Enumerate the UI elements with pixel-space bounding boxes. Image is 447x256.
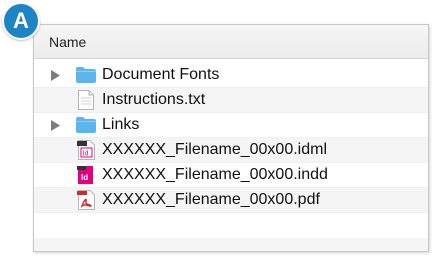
svg-text:Id: Id bbox=[83, 151, 89, 158]
file-row-document-fonts[interactable]: Document Fonts bbox=[34, 63, 428, 88]
file-row-instructions[interactable]: Instructions.txt bbox=[34, 88, 428, 113]
folder-icon bbox=[76, 65, 96, 85]
pdf-file-icon bbox=[76, 190, 96, 210]
empty-row bbox=[34, 238, 428, 251]
file-name: Instructions.txt bbox=[102, 91, 206, 108]
file-row-idml[interactable]: Id XXXXXX_Filename_00x00.idml bbox=[34, 138, 428, 163]
idml-file-icon: Id bbox=[76, 140, 96, 160]
folder-icon bbox=[76, 115, 96, 135]
svg-text:Id: Id bbox=[81, 173, 88, 182]
file-name: XXXXXX_Filename_00x00.indd bbox=[102, 166, 328, 183]
text-file-icon bbox=[76, 90, 96, 110]
disclosure-triangle-icon[interactable] bbox=[50, 69, 60, 81]
file-name: XXXXXX_Filename_00x00.idml bbox=[102, 141, 328, 158]
name-column-label: Name bbox=[49, 34, 87, 50]
indesign-file-icon: Id bbox=[76, 165, 96, 185]
file-name: Document Fonts bbox=[102, 66, 220, 83]
disclosure-triangle-icon[interactable] bbox=[50, 119, 60, 131]
file-row-indd[interactable]: Id XXXXXX_Filename_00x00.indd bbox=[34, 163, 428, 188]
file-name: XXXXXX_Filename_00x00.pdf bbox=[102, 191, 320, 208]
name-column-header[interactable]: Name bbox=[34, 25, 428, 59]
file-name: Links bbox=[102, 116, 140, 133]
file-row-pdf[interactable]: XXXXXX_Filename_00x00.pdf bbox=[34, 188, 428, 213]
file-row-links[interactable]: Links bbox=[34, 113, 428, 138]
empty-row bbox=[34, 213, 428, 238]
finder-list-view: Name Document Fonts Instructions.txt Lin… bbox=[33, 24, 429, 252]
callout-badge: A bbox=[2, 2, 40, 40]
